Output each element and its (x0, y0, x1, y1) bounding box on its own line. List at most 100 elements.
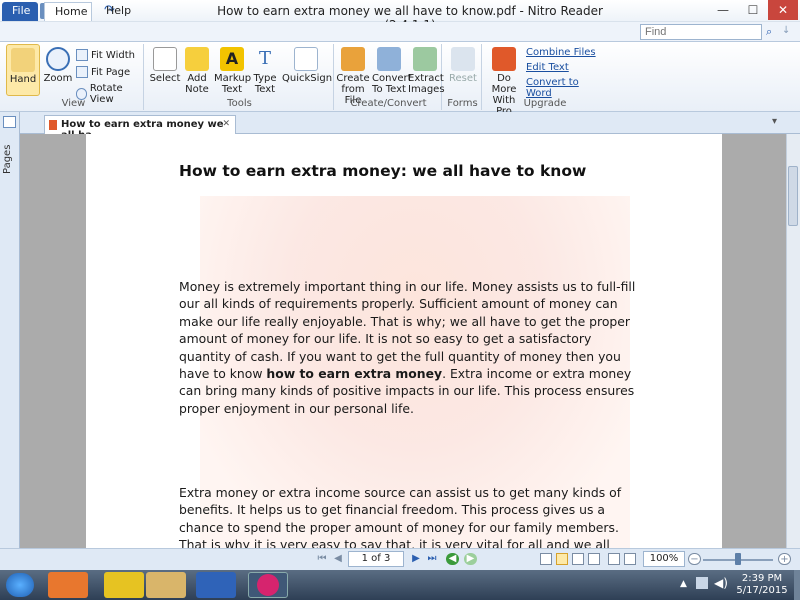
maximize-button[interactable]: ☐ (738, 0, 768, 20)
facing-continuous-view-icon[interactable] (588, 553, 600, 565)
zoom-icon (46, 47, 70, 71)
page-number-field[interactable]: 1 of 3 (348, 551, 404, 567)
select-label: Select (149, 73, 181, 84)
facing-view-icon[interactable] (572, 553, 584, 565)
zoom-level-field[interactable]: 100% (643, 551, 685, 567)
flag-icon[interactable] (696, 577, 708, 589)
close-button[interactable]: ✕ (768, 0, 798, 20)
type-text-icon: T (258, 48, 271, 69)
next-page-icon[interactable]: ▶ (410, 553, 422, 565)
previous-page-icon[interactable]: ◀ (332, 553, 344, 565)
zoom-out-icon[interactable]: − (688, 553, 701, 565)
full-screen-icon[interactable] (608, 553, 620, 565)
extract-images-button[interactable]: Extract Images (408, 47, 445, 95)
zoom-slider-thumb[interactable] (735, 553, 741, 565)
convert-to-text-label: Convert To Text (372, 73, 412, 95)
arrow-down-icon[interactable]: ↓ (782, 25, 790, 36)
app-icon[interactable] (104, 572, 144, 598)
quicksign-button[interactable]: QuickSign (282, 47, 332, 84)
document-title: How to earn extra money: we all have to … (179, 162, 587, 180)
last-page-icon[interactable]: ⏭ (426, 553, 438, 565)
file-explorer-icon[interactable] (146, 572, 186, 598)
minimize-button[interactable]: — (708, 0, 738, 20)
close-tab-icon[interactable]: ✕ (222, 119, 230, 129)
pages-icon[interactable] (3, 116, 16, 128)
convert-to-word-link[interactable]: Convert to Word (526, 77, 606, 99)
fit-width-button[interactable]: Fit Width (76, 49, 135, 61)
edit-text-link[interactable]: Edit Text (526, 62, 569, 73)
back-icon[interactable]: ◀ (446, 553, 459, 565)
nitro-reader-taskbar-icon[interactable] (248, 572, 288, 598)
create-convert-group: Create from File Convert To Text Extract… (336, 44, 445, 110)
start-button[interactable] (6, 573, 34, 597)
tab-file[interactable]: File (2, 2, 38, 21)
firefox-icon[interactable] (48, 572, 88, 598)
cursor-icon (153, 47, 177, 71)
combine-files-link[interactable]: Combine Files (526, 47, 596, 58)
pages-panel: Pages (0, 112, 20, 548)
fit-width-label: Fit Width (91, 49, 135, 61)
document-tab[interactable]: How to earn extra money we all ha... ✕ (44, 115, 236, 141)
show-desktop-button[interactable] (794, 570, 800, 600)
upgrade-group: Do More With Pro Combine Files Edit Text… (484, 44, 606, 117)
reset-icon (451, 47, 475, 71)
view-group: Hand Zoom Fit Width Fit Page Rotate View… (4, 44, 144, 110)
word-icon[interactable] (196, 572, 236, 598)
paragraph-1: Money is extremely important thing in ou… (179, 278, 637, 417)
scrollbar-thumb[interactable] (788, 166, 798, 226)
markup-text-icon: A (220, 47, 244, 71)
markup-text-label: Markup Text (214, 73, 252, 95)
pdf-page: How to earn extra money: we all have to … (86, 134, 722, 548)
forms-group: Reset Forms (444, 44, 482, 110)
extract-images-icon (413, 47, 437, 71)
single-page-view-icon[interactable] (540, 553, 552, 565)
pdf-icon (49, 120, 57, 130)
note-icon (185, 47, 209, 71)
hand-button[interactable]: Hand (6, 44, 40, 96)
extract-images-label: Extract Images (408, 73, 445, 95)
forms-group-label: Forms (447, 98, 478, 109)
find-input[interactable] (640, 24, 762, 40)
convert-text-icon (377, 47, 401, 71)
zoom-button[interactable]: Zoom (42, 47, 74, 84)
system-clock[interactable]: 2:39 PM 5/17/2015 (732, 573, 792, 597)
pages-tab[interactable]: Pages (2, 134, 13, 174)
tab-home[interactable]: Home (44, 2, 92, 21)
type-text-button[interactable]: T Type Text (250, 47, 280, 95)
markup-text-button[interactable]: A Markup Text (214, 47, 252, 95)
reset-label: Reset (449, 73, 477, 84)
signature-icon (294, 47, 318, 71)
tools-group-label: Tools (227, 98, 252, 109)
first-page-icon[interactable]: ⏮ (316, 553, 328, 565)
select-button[interactable]: Select (148, 47, 182, 84)
fit-width-icon (76, 49, 88, 61)
volume-icon[interactable]: ◀) (714, 576, 728, 590)
continuous-view-icon[interactable] (556, 553, 568, 565)
tray-arrow-icon[interactable]: ▲ (680, 579, 687, 589)
upgrade-group-label: Upgrade (523, 98, 567, 109)
reset-button[interactable]: Reset (446, 47, 480, 84)
nitro-pro-icon (492, 47, 516, 71)
tab-help[interactable]: Help (96, 2, 136, 21)
fit-icon[interactable] (624, 553, 636, 565)
nitro-logo-icon (257, 574, 279, 596)
hand-label: Hand (9, 74, 37, 85)
paragraph-2: Extra money or extra income source can a… (179, 485, 622, 548)
fit-page-icon (76, 66, 88, 78)
tools-group: Select Add Note A Markup Text T Type Tex… (146, 44, 334, 110)
create-pdf-icon (341, 47, 365, 71)
view-group-label: View (61, 98, 86, 109)
convert-to-text-button[interactable]: Convert To Text (372, 47, 412, 95)
fit-page-button[interactable]: Fit Page (76, 66, 130, 78)
add-note-label: Add Note (185, 73, 209, 95)
zoom-in-icon[interactable]: + (778, 553, 791, 565)
paragraph-1-bold: how to earn extra money (266, 366, 443, 382)
zoom-label: Zoom (43, 73, 73, 84)
search-icon[interactable]: ⌕ (766, 25, 772, 39)
clock-date: 5/17/2015 (736, 585, 788, 596)
add-note-button[interactable]: Add Note (182, 47, 212, 95)
forward-icon[interactable]: ▶ (464, 553, 477, 565)
type-text-label: Type Text (253, 73, 277, 95)
do-more-label: Do More With Pro (491, 73, 517, 117)
chevron-down-icon[interactable]: ▾ (772, 116, 777, 127)
